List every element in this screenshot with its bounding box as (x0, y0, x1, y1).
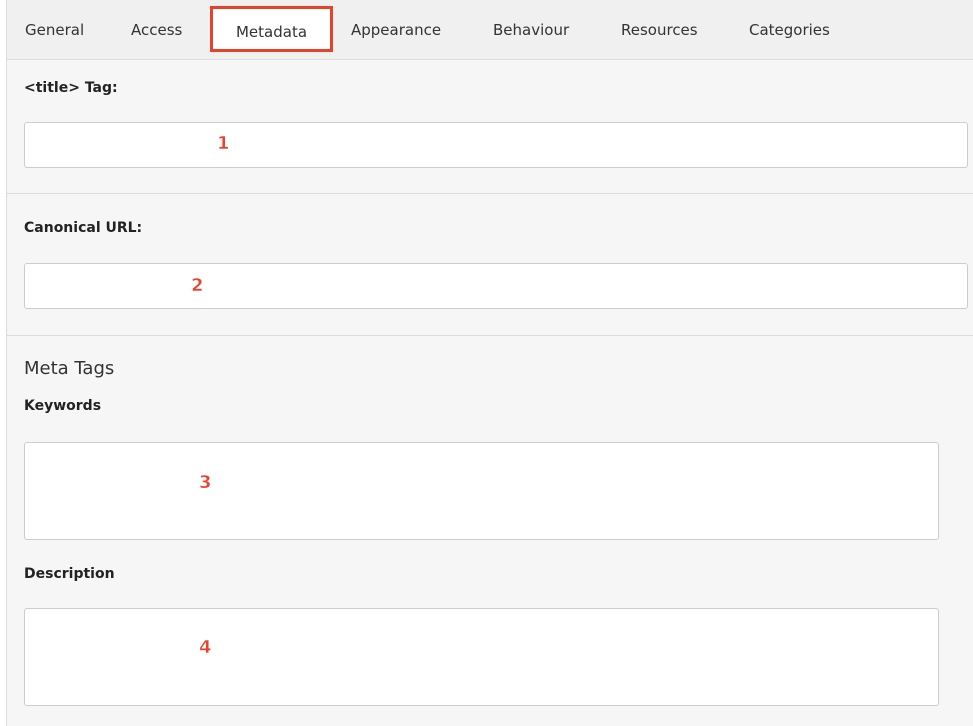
description-label: Description (24, 566, 115, 582)
tab-metadata[interactable]: Metadata (210, 6, 333, 52)
title-tag-label: <title> Tag: (24, 80, 118, 96)
tab-access[interactable]: Access (131, 10, 182, 50)
tab-resources[interactable]: Resources (621, 10, 698, 50)
tab-general[interactable]: General (25, 10, 84, 50)
canonical-url-label: Canonical URL: (24, 220, 143, 236)
title-tag-input[interactable] (24, 122, 968, 168)
description-textarea[interactable] (24, 608, 939, 706)
canonical-url-section: Canonical URL: 2 (7, 194, 973, 336)
tab-bar: General Access Metadata Appearance Behav… (7, 0, 973, 60)
keywords-label: Keywords (24, 398, 102, 414)
meta-tags-section: Meta Tags Keywords 3 Description 4 (7, 336, 973, 726)
metadata-panel: General Access Metadata Appearance Behav… (6, 0, 973, 726)
tab-appearance[interactable]: Appearance (351, 10, 441, 50)
tab-categories[interactable]: Categories (749, 10, 830, 50)
keywords-textarea[interactable] (24, 442, 939, 540)
meta-tags-heading: Meta Tags (24, 358, 115, 379)
title-tag-section: <title> Tag: 1 (7, 60, 973, 194)
canonical-url-input[interactable] (24, 263, 968, 309)
tab-behaviour[interactable]: Behaviour (493, 10, 569, 50)
